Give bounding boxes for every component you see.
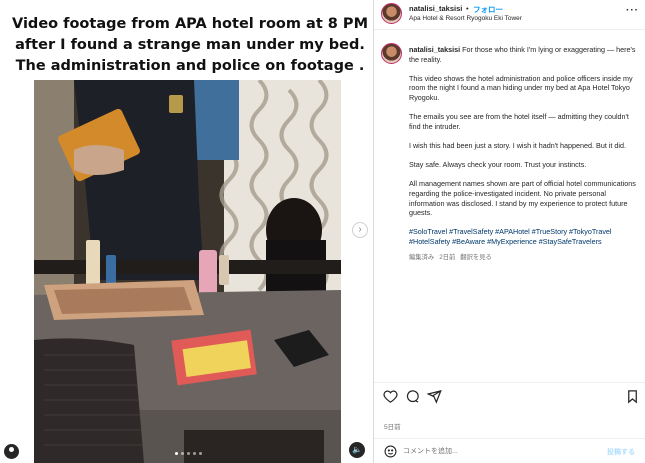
media-title: Video footage from APA hotel room at 8 P… <box>12 16 368 74</box>
share-icon[interactable] <box>427 389 442 404</box>
caption-paragraph: Stay safe. Always check your room. Trust… <box>409 160 587 170</box>
media-panel: Video footage from APA hotel room at 8 P… <box>0 0 373 463</box>
caption-intro: natalisi_taksisi For those who think I'm… <box>409 45 639 64</box>
follow-button[interactable]: フォロー <box>473 4 503 15</box>
slide-dot <box>175 452 178 455</box>
next-slide-button[interactable]: › <box>352 222 368 238</box>
caption-username[interactable]: natalisi_taksisi <box>409 45 460 54</box>
slide-dot <box>187 452 190 455</box>
slide-dot <box>181 452 184 455</box>
caption-meta: 編集済み 2日前 翻訳を見る <box>409 253 639 263</box>
action-bar <box>374 382 645 410</box>
slide-dot <box>193 452 196 455</box>
comment-bar: 投稿する <box>374 438 645 463</box>
emoji-icon[interactable] <box>384 445 397 458</box>
video-scene <box>34 80 341 463</box>
comment-icon[interactable] <box>405 389 420 404</box>
separator-dot: • <box>466 4 469 13</box>
caption-body: natalisi_taksisi For those who think I'm… <box>409 45 639 263</box>
post-comment-button[interactable]: 投稿する <box>607 447 635 457</box>
caption-paragraph: I wish this had been just a story. I wis… <box>409 140 626 150</box>
video-frame[interactable] <box>34 80 341 463</box>
caption-paragraph: This video shows the hotel administratio… <box>409 73 633 102</box>
chevron-right-icon: › <box>358 224 362 235</box>
avatar[interactable] <box>381 3 402 24</box>
hashtags[interactable]: #SoloTravel #TravelSafety #APAHotel #Tru… <box>409 227 639 246</box>
speaker-icon: 🔈 <box>352 445 362 454</box>
avatar[interactable] <box>381 43 402 64</box>
edited-label: 編集済み <box>409 254 435 262</box>
caption-paragraph: The emails you see are from the hotel it… <box>409 112 629 131</box>
caption-age: 2日前 <box>439 254 456 262</box>
slide-dot <box>199 452 202 455</box>
comment-input[interactable] <box>403 444 593 459</box>
bookmark-icon[interactable] <box>625 389 640 404</box>
caption-paragraph: All management names shown are part of o… <box>409 179 636 218</box>
heart-icon[interactable] <box>383 389 398 404</box>
slide-indicator <box>175 452 202 455</box>
tagged-users-icon[interactable] <box>4 444 19 459</box>
username-link[interactable]: natalisi_taksisi <box>409 4 462 13</box>
more-horizontal-icon[interactable]: ··· <box>626 5 639 16</box>
mute-toggle-button[interactable]: 🔈 <box>349 442 365 458</box>
location-link[interactable]: Apa Hotel & Resort Ryogoku Eki Tower <box>409 15 522 22</box>
post-date[interactable]: 5日前 <box>384 421 401 431</box>
post-header: natalisi_taksisi • フォロー Apa Hotel & Reso… <box>374 0 645 30</box>
translate-link[interactable]: 翻訳を見る <box>460 254 491 261</box>
post-panel: natalisi_taksisi • フォロー Apa Hotel & Reso… <box>374 0 645 463</box>
